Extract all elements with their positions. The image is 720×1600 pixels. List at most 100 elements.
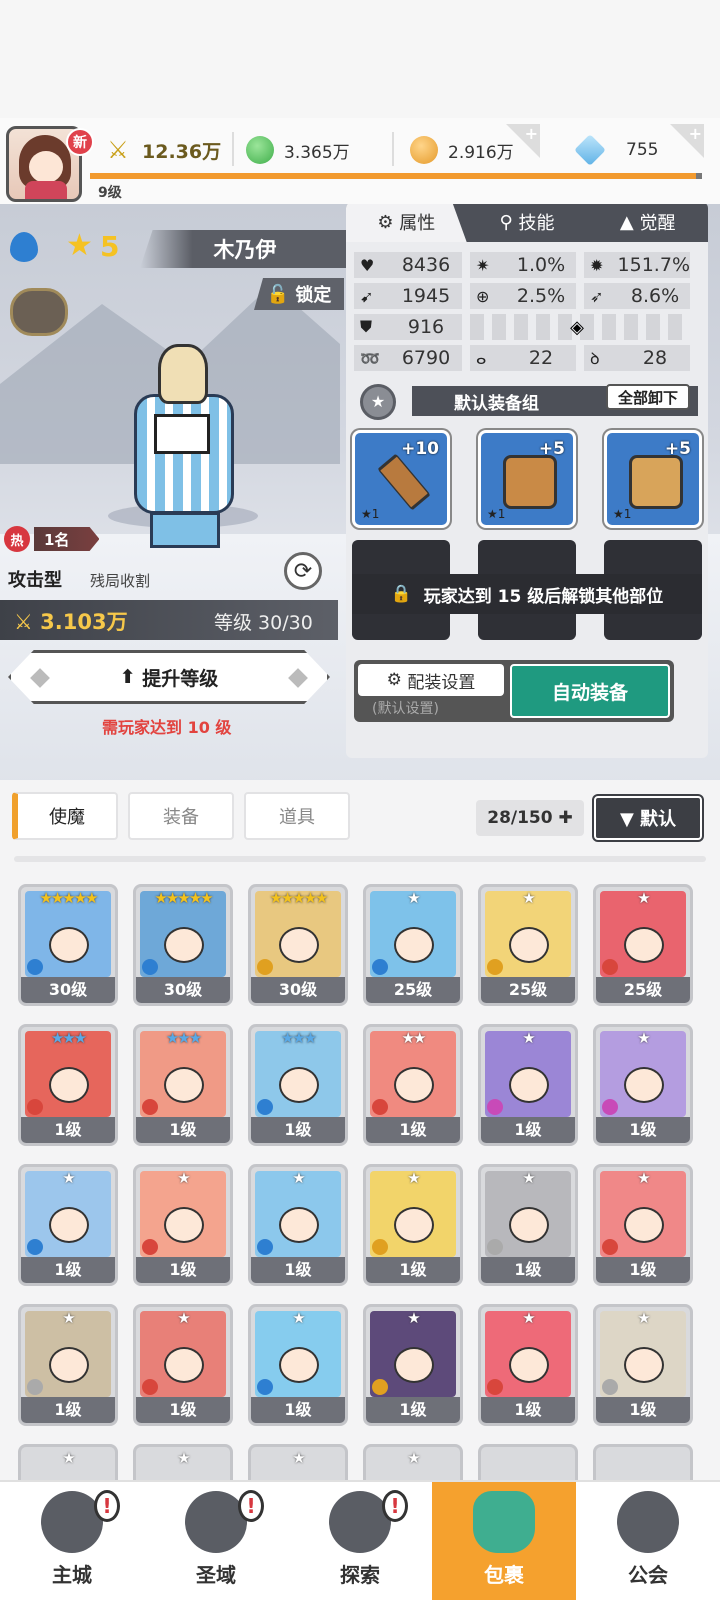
- hero-type: 攻击型: [8, 570, 62, 591]
- familiar-card[interactable]: ★ 25级: [478, 884, 578, 1006]
- add-diamond-button[interactable]: +: [670, 124, 704, 158]
- familiar-stars: ★: [292, 1449, 305, 1467]
- familiar-card[interactable]: ★ 1级: [18, 1304, 118, 1426]
- familiar-stars: ★: [407, 889, 420, 907]
- familiar-face: [394, 927, 434, 963]
- hp-value: 8436: [401, 254, 451, 276]
- familiar-card[interactable]: ★ 1级: [133, 1164, 233, 1286]
- familiar-level: 1级: [251, 1397, 345, 1423]
- vortex-icon: ⴰ: [476, 348, 487, 368]
- familiar-card[interactable]: ★ 1级: [133, 1304, 233, 1426]
- element-icon: [142, 1099, 158, 1115]
- hero-level: 等级 30/30: [214, 612, 313, 634]
- auto-equip-button[interactable]: 自动装备: [510, 664, 670, 718]
- weapon-slot[interactable]: +10 ★1: [352, 430, 450, 528]
- familiar-card[interactable]: ★ 1级: [248, 1164, 348, 1286]
- element-icon: [487, 1379, 503, 1395]
- loadout-settings-button[interactable]: ⚙ 配装设置: [358, 664, 504, 696]
- accuracy-stat: ⊕ 2.5%: [470, 283, 576, 309]
- clothing-slot[interactable]: +5 ★1: [604, 430, 702, 528]
- nav-label: 主城: [52, 1563, 92, 1587]
- familiar-card[interactable]: ★★★ 1级: [133, 1024, 233, 1146]
- nav-bag[interactable]: 包裹: [432, 1482, 576, 1600]
- sun-icon: ✹: [590, 255, 604, 275]
- stat-b-value: 28: [642, 347, 668, 369]
- equip-stars: ★1: [487, 507, 506, 521]
- inventory-count[interactable]: 28/150 ✚: [476, 800, 584, 836]
- star-icon: ★: [66, 228, 93, 263]
- familiar-face: [164, 927, 204, 963]
- chat-lock-icon[interactable]: [10, 288, 68, 336]
- tab-skills[interactable]: ⚲ 技能: [467, 204, 588, 242]
- shield-icon: ⛊: [360, 317, 373, 336]
- familiar-level: 1级: [366, 1397, 460, 1423]
- accuracy-value: 2.5%: [516, 285, 566, 307]
- swirl-icon: ➿: [360, 348, 380, 368]
- element-icon: [602, 1239, 618, 1255]
- familiar-card[interactable]: ★ 1级: [363, 1164, 463, 1286]
- familiar-card[interactable]: ★★★ 1级: [18, 1024, 118, 1146]
- hero-power-bar: ⚔ 3.103万 等级 30/30: [0, 600, 338, 640]
- rotate-view-icon[interactable]: ⟳: [284, 552, 322, 590]
- element-icon: [142, 1379, 158, 1395]
- familiar-stars: ★: [62, 1449, 75, 1467]
- diamond-icon: [574, 134, 606, 166]
- familiar-stars: ★: [637, 889, 650, 907]
- familiar-card[interactable]: ★ 1级: [478, 1304, 578, 1426]
- element-icon: [257, 1239, 273, 1255]
- familiar-face: [394, 1067, 434, 1103]
- gold-resource[interactable]: 2.916万: [410, 134, 514, 166]
- familiar-face: [509, 1347, 549, 1383]
- familiar-face: [164, 1207, 204, 1243]
- element-icon: [27, 1379, 43, 1395]
- familiar-card[interactable]: ★ 1级: [593, 1164, 693, 1286]
- green-gem-icon: [246, 136, 274, 164]
- upgrade-level-button[interactable]: ⬆ 提升等级: [8, 650, 330, 704]
- upgrade-requirement: 需玩家达到 10 级: [102, 718, 232, 737]
- diamond-resource[interactable]: 755: [574, 134, 658, 166]
- power-display: ⚔ 12.36万: [104, 134, 221, 166]
- familiar-card[interactable]: ★ 1级: [478, 1024, 578, 1146]
- equipment-group-bar: 默认装备组 ★ 全部卸下: [356, 382, 698, 422]
- tab-attributes[interactable]: ⚙ 属性: [346, 204, 467, 242]
- familiar-card[interactable]: ★ 1级: [363, 1304, 463, 1426]
- familiar-card[interactable]: ★★★★★ 30级: [18, 884, 118, 1006]
- familiar-card[interactable]: ★★★★★ 30级: [133, 884, 233, 1006]
- tab-equipment[interactable]: 装备: [128, 792, 234, 840]
- tab-awaken[interactable]: ▲ 觉醒: [587, 204, 708, 242]
- familiar-card[interactable]: ★ 1级: [478, 1164, 578, 1286]
- familiar-card[interactable]: ★ 1级: [248, 1304, 348, 1426]
- popularity-rank[interactable]: 热 1名: [4, 524, 100, 554]
- familiar-card[interactable]: ★ 1级: [593, 1304, 693, 1426]
- armor-slot[interactable]: +5 ★1: [478, 430, 576, 528]
- speed-value: 6790: [401, 347, 451, 369]
- familiar-card[interactable]: ★ 25级: [363, 884, 463, 1006]
- crit-damage-value: 151.7%: [617, 254, 690, 276]
- element-icon: [372, 1379, 388, 1395]
- nav-sanctuary[interactable]: 圣域!: [144, 1482, 288, 1600]
- inventory-section: 使魔 装备 道具 28/150 ✚ ▼ 默认 ★★★★★ 30级 ★★★★★ 30级 ★…: [0, 780, 720, 1566]
- familiar-card[interactable]: ★★ 1级: [363, 1024, 463, 1146]
- tab-items[interactable]: 道具: [244, 792, 350, 840]
- tab-familiars[interactable]: 使魔: [12, 792, 118, 840]
- familiar-card[interactable]: ★★★★★ 30级: [248, 884, 348, 1006]
- familiar-face: [49, 927, 89, 963]
- green-gem-resource[interactable]: 3.365万: [246, 134, 350, 166]
- familiar-card[interactable]: ★★★ 1级: [248, 1024, 348, 1146]
- familiar-face: [624, 1347, 664, 1383]
- familiar-card[interactable]: ★ 1级: [593, 1024, 693, 1146]
- nav-main-city[interactable]: 主城!: [0, 1482, 144, 1600]
- familiar-face: [624, 1207, 664, 1243]
- lock-button[interactable]: 🔓 锁定: [254, 278, 344, 310]
- familiar-card[interactable]: ★ 25级: [593, 884, 693, 1006]
- nav-explore[interactable]: 探索!: [288, 1482, 432, 1600]
- familiar-stars: ★: [62, 1169, 75, 1187]
- nav-guild[interactable]: 公会: [576, 1482, 720, 1600]
- unequip-all-button[interactable]: 全部卸下: [606, 384, 690, 410]
- sort-dropdown[interactable]: ▼ 默认: [594, 796, 702, 840]
- familiar-card[interactable]: ★ 1级: [18, 1164, 118, 1286]
- familiar-stars: ★★: [401, 1029, 427, 1047]
- familiar-face: [509, 927, 549, 963]
- stats-table: ♥ 8436 ✷ 1.0% ✹ 151.7% ➹ 1945 ⊕ 2.5% ➶ 8.6% ⛊ 9…: [354, 252, 700, 376]
- crit-value: 1.0%: [516, 254, 566, 276]
